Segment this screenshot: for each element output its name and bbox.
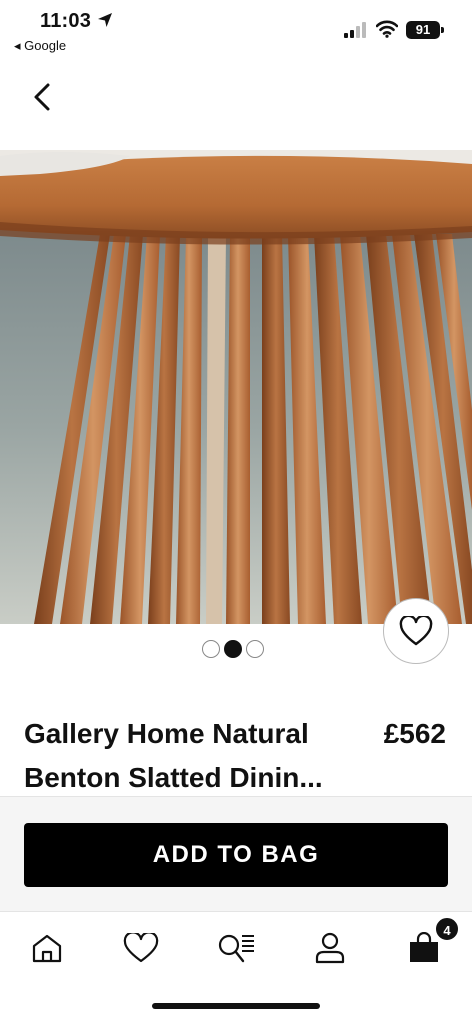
- location-arrow-icon: [98, 13, 112, 27]
- search-list-icon: [218, 934, 254, 963]
- status-time: 11:03: [40, 10, 92, 32]
- home-icon: [32, 934, 62, 963]
- bottom-tab-bar: [0, 912, 472, 984]
- product-image[interactable]: [0, 150, 472, 624]
- wishlist-button[interactable]: [383, 598, 449, 664]
- heart-icon: [123, 933, 159, 963]
- wifi-icon: [376, 20, 398, 38]
- add-to-bag-button[interactable]: ADD TO BAG: [24, 823, 448, 887]
- product-title: Gallery Home Natural Benton Slatted Dini…: [24, 712, 354, 800]
- back-to-app-link[interactable]: ◂ Google: [14, 38, 66, 54]
- product-title-line-2: Benton Slatted Dinin...: [24, 762, 323, 793]
- tab-account[interactable]: [308, 926, 352, 970]
- tab-home[interactable]: [25, 926, 69, 970]
- battery-indicator: 91: [406, 21, 444, 39]
- carousel-dot-1[interactable]: [202, 640, 220, 658]
- image-carousel-dots: [202, 640, 264, 658]
- chevron-left-icon: [34, 83, 50, 111]
- status-bar: 11:03 ◂ Google 91: [0, 0, 472, 60]
- cellular-signal-icon: [344, 22, 366, 38]
- tab-search[interactable]: [214, 926, 258, 970]
- add-to-bag-section: ADD TO BAG: [0, 796, 472, 912]
- tab-wishlist[interactable]: [119, 926, 163, 970]
- back-button[interactable]: [26, 78, 58, 116]
- product-price: £562: [383, 718, 446, 749]
- carousel-dot-2[interactable]: [224, 640, 242, 658]
- account-icon: [315, 932, 345, 964]
- product-title-line-1: Gallery Home Natural: [24, 718, 309, 749]
- battery-level: 91: [415, 22, 431, 37]
- home-indicator: [152, 1003, 320, 1009]
- carousel-dot-3[interactable]: [246, 640, 264, 658]
- heart-icon: [399, 616, 433, 646]
- bag-count-badge: 4: [434, 916, 460, 942]
- product-photo: [0, 150, 472, 624]
